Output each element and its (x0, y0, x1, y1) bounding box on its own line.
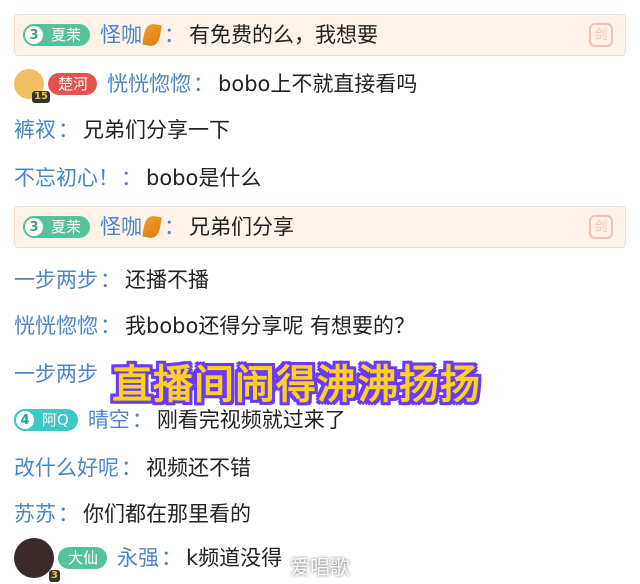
badge-label: 楚河 (58, 74, 89, 93)
fan-badge[interactable]: 4 阿Q (14, 409, 78, 431)
chat-list: 3 夏茉 怪咖 ： 有免费的么，我想要 剑 15 楚河 恍恍惚惚 ： bobo上… (0, 0, 640, 584)
chat-message-highlight[interactable]: 3 夏茉 怪咖 ： 有免费的么，我想要 剑 (14, 14, 626, 56)
message-text: bobo上不就直接看吗 (218, 71, 418, 96)
badge-label: 夏茉 (51, 25, 82, 44)
overlay-caption: 直播间闹得沸沸扬扬 (112, 362, 481, 408)
girl-avatar[interactable]: 3 (14, 538, 60, 582)
username[interactable]: 裤衩 (14, 119, 56, 141)
username[interactable]: 改什么好呢 (14, 457, 119, 479)
chat-message[interactable]: 一步两步 ： 还播不播 (14, 262, 626, 298)
message-text: 还播不播 (125, 267, 209, 292)
username[interactable]: 恍恍惚惚 (14, 315, 98, 337)
message-text: k频道没得 (186, 545, 283, 570)
chat-message[interactable]: 不忘初心！ ： bobo是什么 (14, 160, 626, 196)
fan-badge[interactable]: 大仙 (58, 547, 108, 569)
colon: ： (193, 71, 215, 96)
badge-level: 3 (23, 216, 45, 238)
colon: ： (100, 313, 121, 338)
message-text: 兄弟们分享 (189, 214, 295, 239)
colon: ： (131, 407, 153, 432)
colon: ： (164, 22, 186, 47)
username[interactable]: 怪咖 (100, 24, 142, 46)
chat-message-highlight[interactable]: 3 夏茉 怪咖 ： 兄弟们分享 剑 (14, 206, 626, 248)
colon: ： (100, 267, 121, 292)
fan-badge[interactable]: 楚河 (48, 73, 98, 95)
badge-label: 阿Q (42, 410, 69, 429)
fox-avatar[interactable]: 15 (14, 69, 50, 103)
colon: ： (58, 501, 79, 526)
colon: ： (121, 455, 142, 480)
badge-level: 3 (23, 24, 45, 46)
badge-level: 4 (14, 409, 36, 431)
username[interactable]: 一步两步 (14, 269, 98, 291)
message-text: 兄弟们分享一下 (83, 117, 230, 142)
badge-label: 夏茉 (51, 217, 82, 236)
chat-message[interactable]: 裤衩 ： 兄弟们分享一下 (14, 112, 626, 148)
colon: ： (161, 545, 183, 570)
colon: ： (58, 117, 79, 142)
badge-label: 大仙 (68, 548, 99, 567)
username[interactable]: 不忘初心！ (14, 167, 119, 189)
sword-icon: 剑 (589, 23, 613, 47)
colon: ： (164, 214, 186, 239)
message-text: 刚看完视频就过来了 (156, 407, 346, 432)
fan-badge[interactable]: 3 夏茉 (23, 24, 91, 46)
message-text: bobo是什么 (146, 165, 262, 190)
message-text: 视频还不错 (146, 455, 251, 480)
message-text: 有免费的么，我想要 (189, 22, 379, 47)
leaf-icon (142, 22, 162, 48)
message-text: 我bobo还得分享呢 有想要的？ (125, 313, 416, 338)
username[interactable]: 一步两步 (14, 363, 98, 385)
chat-message[interactable]: 苏苏 ： 你们都在那里看的 (14, 496, 626, 532)
username[interactable]: 怪咖 (100, 216, 142, 238)
chat-message[interactable]: 改什么好呢 ： 视频还不错 (14, 450, 626, 486)
chat-message[interactable]: 15 楚河 恍恍惚惚 ： bobo上不就直接看吗 (14, 66, 626, 103)
sword-icon: 剑 (589, 215, 613, 239)
chat-message[interactable]: 恍恍惚惚 ： 我bobo还得分享呢 有想要的？ (14, 308, 626, 344)
username[interactable]: 恍恍惚惚 (107, 73, 191, 95)
username[interactable]: 永强 (117, 547, 159, 569)
avatar-level: 3 (49, 570, 60, 582)
fan-badge[interactable]: 3 夏茉 (23, 216, 91, 238)
watermark: 爱唱歌 (290, 555, 350, 579)
username[interactable]: 苏苏 (14, 503, 56, 525)
colon: ： (121, 165, 142, 190)
leaf-icon (142, 214, 162, 240)
avatar-level: 15 (32, 91, 50, 103)
username[interactable]: 晴空 (88, 409, 130, 431)
message-text: 你们都在那里看的 (83, 501, 251, 526)
